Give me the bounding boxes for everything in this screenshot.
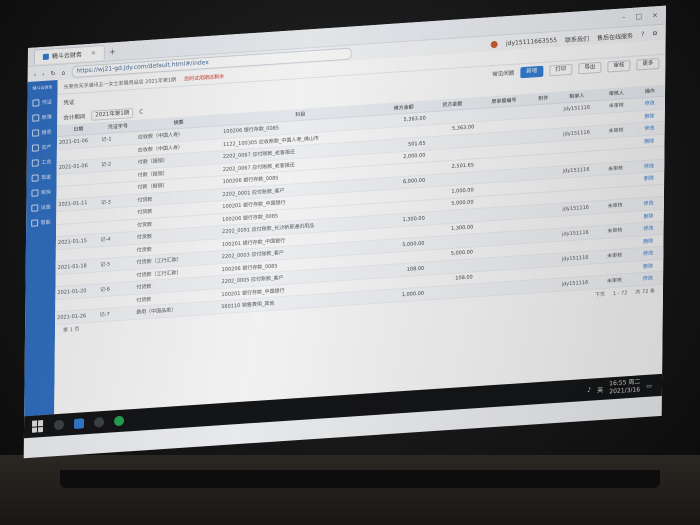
page-label[interactable]: 第 1 页 bbox=[63, 326, 79, 334]
more-button[interactable]: 更多 bbox=[636, 57, 660, 71]
clock-date: 2021/3/16 bbox=[609, 386, 641, 396]
notification-icon[interactable]: ▭ bbox=[646, 382, 652, 389]
trial-warning[interactable]: 您的试用期还剩余 bbox=[184, 72, 224, 82]
sidebar-item-settings[interactable]: 设置 bbox=[31, 203, 51, 212]
help-checkbox[interactable]: 常见问题 bbox=[492, 69, 514, 78]
sidebar: 精斗云财务 凭证 账簿 报表 资产 工资 现金 税务 设置 智能 bbox=[24, 80, 58, 417]
print-button[interactable]: 打印 bbox=[549, 63, 573, 76]
browser-app-icon[interactable] bbox=[93, 416, 105, 428]
sidebar-item-asset[interactable]: 资产 bbox=[32, 143, 51, 152]
smart-icon bbox=[31, 219, 39, 227]
desk-surface bbox=[0, 455, 700, 525]
sidebar-item-ledger[interactable]: 账簿 bbox=[32, 113, 52, 122]
sidebar-item-voucher[interactable]: 凭证 bbox=[32, 98, 52, 107]
record-range: 1 - 72 bbox=[612, 289, 628, 297]
forward-icon[interactable]: › bbox=[42, 70, 44, 77]
ledger-icon bbox=[32, 114, 40, 122]
ime-indicator[interactable]: 英 bbox=[597, 384, 603, 393]
salary-icon bbox=[32, 159, 40, 167]
next-page-button[interactable]: 下页 bbox=[595, 291, 605, 299]
username[interactable]: jdy15111663555 bbox=[506, 36, 557, 46]
laptop-screen: 精斗云财务 × + – □ × ‹ › ↻ ⌂ https://wj21-gd.… bbox=[23, 5, 666, 459]
window-controls: – □ × bbox=[622, 11, 666, 21]
sidebar-item-tax[interactable]: 税务 bbox=[31, 188, 51, 197]
settings-nav-icon bbox=[31, 204, 39, 212]
tab-title: 精斗云财务 bbox=[51, 51, 82, 61]
period-select[interactable]: 2021年第1期 bbox=[91, 108, 134, 121]
sidebar-item-smart[interactable]: 智能 bbox=[31, 219, 51, 227]
windows-start-icon[interactable] bbox=[31, 420, 44, 433]
clock[interactable]: 16:55 周二 2021/3/16 bbox=[609, 378, 640, 396]
settings-icon[interactable]: ⚙ bbox=[652, 30, 657, 37]
breadcrumb[interactable]: 凭证 bbox=[63, 98, 74, 107]
search-icon[interactable] bbox=[53, 419, 65, 431]
browser-tab[interactable]: 精斗云财务 × bbox=[33, 44, 106, 65]
report-icon bbox=[32, 129, 40, 137]
app-body: 精斗云财务 凭证 账簿 报表 资产 工资 现金 税务 设置 智能 东莞市天孚通讯… bbox=[24, 39, 666, 417]
voucher-table: 日期 凭证字号 摘要 科目 借方金额 贷方金额 原单据编号 附件 制单人 审核人 操作 2021-0… bbox=[55, 84, 666, 325]
refresh-icon[interactable]: C bbox=[139, 109, 143, 115]
sidebar-item-salary[interactable]: 工资 bbox=[32, 158, 51, 167]
tab-close-icon[interactable]: × bbox=[91, 49, 96, 56]
new-tab-icon[interactable]: + bbox=[109, 47, 116, 56]
audit-button[interactable]: 审核 bbox=[607, 59, 631, 72]
main-content: 东莞市天孚通讯五一女士发展用品店 2021年第1期 您的试用期还剩余 凭证 常见… bbox=[54, 39, 666, 415]
minimize-icon[interactable]: – bbox=[622, 13, 626, 21]
voucher-icon bbox=[32, 99, 40, 107]
sidebar-item-report[interactable]: 报表 bbox=[32, 128, 52, 137]
back-icon[interactable]: ‹ bbox=[34, 71, 36, 78]
new-button[interactable]: 新增 bbox=[520, 65, 544, 78]
export-button[interactable]: 导出 bbox=[578, 61, 602, 74]
sidebar-logo: 精斗云财务 bbox=[32, 84, 53, 91]
system-tray: ♪ 英 16:55 周二 2021/3/16 ▭ bbox=[587, 377, 662, 398]
taskview-icon[interactable] bbox=[73, 418, 85, 429]
contact-link[interactable]: 联系我们 bbox=[565, 33, 589, 44]
cell-attach bbox=[529, 278, 554, 293]
period-label: 会计期间 bbox=[63, 114, 86, 122]
tax-icon bbox=[31, 189, 39, 197]
cash-icon bbox=[32, 174, 40, 182]
wechat-icon[interactable] bbox=[113, 415, 125, 427]
home-icon[interactable]: ⌂ bbox=[62, 69, 66, 76]
record-total: 共 72 条 bbox=[635, 288, 656, 296]
laptop-hinge bbox=[60, 470, 660, 488]
help-icon[interactable]: ? bbox=[641, 31, 644, 38]
volume-icon[interactable]: ♪ bbox=[587, 386, 591, 393]
app-favicon-icon bbox=[42, 53, 49, 60]
service-link[interactable]: 售后在线服务 bbox=[597, 30, 633, 41]
sidebar-item-cash[interactable]: 现金 bbox=[32, 173, 51, 182]
asset-icon bbox=[32, 144, 40, 152]
reload-icon[interactable]: ↻ bbox=[50, 70, 55, 77]
maximize-icon[interactable]: □ bbox=[635, 12, 642, 20]
avatar bbox=[491, 40, 499, 48]
close-window-icon[interactable]: × bbox=[652, 11, 658, 19]
